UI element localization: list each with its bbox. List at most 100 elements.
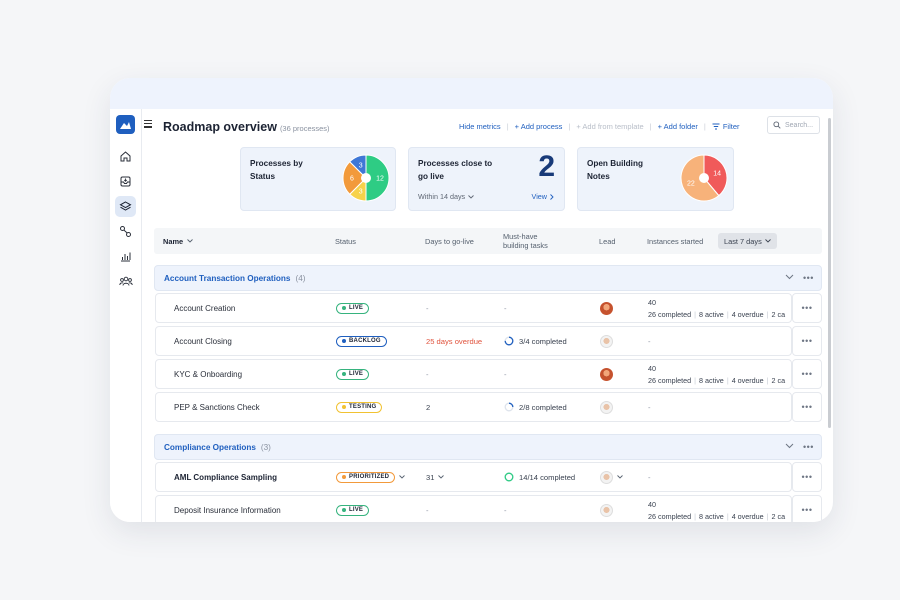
more-options-icon[interactable]: •••: [803, 443, 814, 452]
process-name[interactable]: AML Compliance Sampling: [174, 463, 277, 491]
chevron-down-icon: [468, 194, 474, 199]
avatar[interactable]: [600, 301, 613, 315]
folder-title: Compliance Operations: [164, 442, 256, 452]
menu-icon[interactable]: [144, 120, 152, 130]
chevron-down-icon: [617, 475, 623, 479]
status-text: TESTING: [349, 404, 377, 410]
side-rail: [110, 109, 142, 522]
status-cell: LIVE: [336, 360, 370, 388]
search-icon: [773, 121, 781, 129]
nav-layers[interactable]: [115, 196, 136, 217]
nav-home[interactable]: [115, 146, 136, 167]
sort-by-name[interactable]: Name: [163, 228, 193, 254]
add-process-button[interactable]: + Add process: [515, 122, 563, 131]
table-row[interactable]: AML Compliance Sampling PRIORITIZED 31 1…: [155, 462, 792, 492]
avatar[interactable]: [600, 503, 613, 517]
status-badge: LIVE: [336, 368, 370, 380]
status-cell: BACKLOG: [336, 327, 387, 355]
row-more-options-icon[interactable]: •••: [792, 293, 822, 323]
status-cell[interactable]: PRIORITIZED: [336, 463, 406, 491]
metric-processes-by-status[interactable]: Processes by Status 12 3 6 3: [240, 147, 396, 211]
filter-button[interactable]: Filter: [712, 122, 740, 131]
table-row[interactable]: KYC & Onboarding LIVE - - 40 26 complete…: [155, 359, 792, 389]
row-more-options-icon[interactable]: •••: [792, 359, 822, 389]
window-top-bar: [110, 78, 833, 109]
metric-label: Processes by Status: [250, 159, 303, 181]
table-header: Name Status Days to go-live Must-have bu…: [154, 228, 822, 254]
add-from-template-button[interactable]: + Add from template: [576, 122, 643, 131]
process-name[interactable]: PEP & Sanctions Check: [174, 393, 260, 421]
nav-analytics[interactable]: [115, 246, 136, 267]
bar-chart-icon: [121, 252, 131, 262]
status-text: LIVE: [349, 305, 364, 311]
folder-compliance-operations[interactable]: Compliance Operations (3) •••: [154, 434, 822, 460]
chevron-down-icon[interactable]: [785, 274, 794, 280]
go-live-count: 2: [538, 150, 555, 183]
filter-icon: [712, 123, 720, 129]
instances-cell: -: [648, 336, 651, 346]
instances-cell: -: [648, 472, 651, 482]
add-folder-button[interactable]: + Add folder: [658, 122, 698, 131]
lead-cell[interactable]: [600, 463, 623, 491]
nav-inbox[interactable]: [115, 171, 136, 192]
metric-close-to-go-live[interactable]: Processes close to go live 2 Within 14 d…: [408, 147, 565, 211]
pie-slice-label: 14: [713, 171, 721, 178]
date-range-selector[interactable]: Last 7 days: [718, 233, 777, 249]
days-to-go-live: -: [426, 505, 429, 515]
divider: |: [649, 121, 652, 131]
days-to-go-live: -: [426, 369, 429, 379]
row-more-options-icon[interactable]: •••: [792, 326, 822, 356]
days-to-go-live[interactable]: 31: [426, 463, 445, 491]
table-row[interactable]: Deposit Insurance Information LIVE - - 4…: [155, 495, 792, 522]
progress-ring-icon: [504, 472, 514, 482]
header-days: Days to go-live: [425, 236, 474, 246]
table-row[interactable]: PEP & Sanctions Check TESTING 2 2/8 comp…: [155, 392, 792, 422]
instances-cell: 40 26 completed | 8 active | 4 overdue | 2 ca: [648, 500, 786, 521]
instances-more: 2 ca: [771, 376, 786, 385]
hide-metrics-button[interactable]: Hide metrics: [459, 122, 501, 131]
chevron-down-icon[interactable]: [785, 443, 794, 449]
days-to-go-live: 25 days overdue: [426, 336, 483, 346]
table-row[interactable]: Account Closing BACKLOG 25 days overdue …: [155, 326, 792, 356]
building-tasks: -: [504, 505, 507, 515]
view-link[interactable]: View: [532, 192, 554, 201]
process-name[interactable]: KYC & Onboarding: [174, 360, 242, 388]
status-dot-icon: [342, 372, 346, 376]
lead-cell: [600, 393, 613, 421]
lead-cell: [600, 327, 613, 355]
window-selector[interactable]: Within 14 days: [418, 192, 474, 201]
process-name[interactable]: Account Creation: [174, 294, 235, 322]
avatar[interactable]: [600, 334, 613, 348]
nav-team[interactable]: [115, 271, 136, 292]
header-actions: Hide metrics | + Add process | + Add fro…: [459, 121, 740, 131]
row-more-options-icon[interactable]: •••: [792, 392, 822, 422]
folder-title: Account Transaction Operations: [164, 273, 291, 283]
app-logo[interactable]: [116, 115, 135, 134]
row-more-options-icon[interactable]: •••: [792, 495, 822, 522]
more-options-icon[interactable]: •••: [803, 274, 814, 283]
header-instances: Instances started: [647, 236, 704, 246]
status-text: LIVE: [349, 371, 364, 377]
building-tasks: -: [504, 369, 507, 379]
chevron-down-icon: [399, 475, 406, 479]
process-name[interactable]: Account Closing: [174, 327, 232, 355]
building-tasks: 2/8 completed: [504, 393, 567, 421]
search-input[interactable]: Search...: [767, 116, 820, 134]
app-window: Roadmap overview (36 processes) Hide metr…: [110, 78, 833, 522]
view-label: View: [531, 192, 547, 201]
status-cell: LIVE: [336, 496, 370, 522]
lead-cell: [600, 360, 613, 388]
avatar[interactable]: [600, 367, 613, 381]
inbox-icon: [120, 176, 131, 187]
nav-workflow[interactable]: [115, 221, 136, 242]
metric-open-building-notes[interactable]: Open Building Notes 14 22: [577, 147, 734, 211]
instances-cell: -: [648, 402, 651, 412]
process-count: (36 processes): [279, 124, 330, 133]
scrollbar[interactable]: [828, 118, 831, 428]
avatar[interactable]: [600, 400, 613, 414]
table-row[interactable]: Account Creation LIVE - - 40 26 complete…: [155, 293, 792, 323]
row-more-options-icon[interactable]: •••: [792, 462, 822, 492]
folder-account-transaction-operations[interactable]: Account Transaction Operations (4) •••: [154, 265, 822, 291]
divider: |: [703, 121, 706, 131]
process-name[interactable]: Deposit Insurance Information: [174, 496, 281, 522]
